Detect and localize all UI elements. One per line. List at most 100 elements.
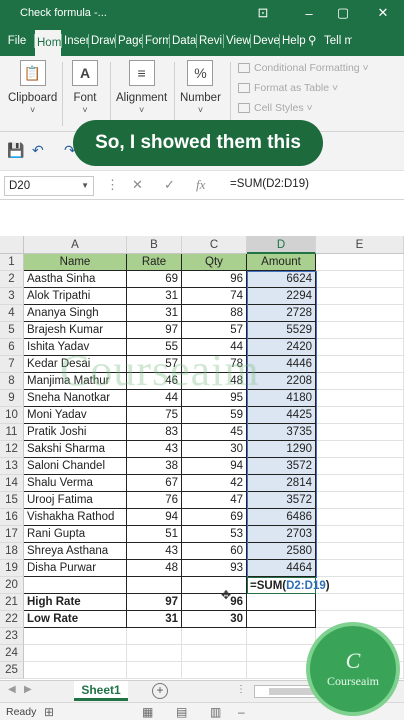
font-group[interactable]: A Font ˅ [72, 60, 98, 115]
summary-cell[interactable] [247, 611, 316, 628]
grid-cell[interactable] [247, 628, 316, 645]
table-row-cell[interactable]: 2814 [247, 475, 316, 492]
tab-9[interactable]: Deve [251, 26, 279, 56]
cancel-icon[interactable]: ✕ [132, 177, 143, 193]
sheet-tab-sheet1[interactable]: Sheet1 [74, 681, 128, 701]
table-row-cell[interactable]: 69 [182, 509, 247, 526]
close-button[interactable]: ✕ [368, 0, 398, 26]
lightbulb-icon[interactable]: ⚲ [306, 26, 322, 56]
table-row-cell[interactable]: 94 [182, 458, 247, 475]
conditional-formatting-button[interactable]: Conditional Formatting ˅ [238, 62, 369, 74]
next-sheet-icon[interactable]: ▶ [24, 684, 32, 695]
table-row-cell[interactable]: 3735 [247, 424, 316, 441]
grid-cell[interactable] [316, 339, 404, 356]
table-row-cell[interactable]: 46 [127, 373, 182, 390]
table-row-cell[interactable]: Brajesh Kumar [24, 322, 127, 339]
row-header-12[interactable]: 12 [0, 441, 24, 458]
grid-cell[interactable] [182, 628, 247, 645]
table-row-cell[interactable]: 95 [182, 390, 247, 407]
row-header-1[interactable]: 1 [0, 254, 24, 271]
grid-cell[interactable] [182, 645, 247, 662]
tab-7[interactable]: Revi [197, 26, 223, 56]
row-header-22[interactable]: 22 [0, 611, 24, 628]
row-header-11[interactable]: 11 [0, 424, 24, 441]
tab-options-icon[interactable]: ⋮ [236, 684, 246, 695]
table-row-cell[interactable]: 3572 [247, 458, 316, 475]
clipboard-group[interactable]: 📋 Clipboard ˅ [8, 60, 57, 115]
table-row-cell[interactable]: 6624 [247, 271, 316, 288]
table-row-cell[interactable]: 94 [127, 509, 182, 526]
table-row-cell[interactable]: 48 [182, 373, 247, 390]
table-row-cell[interactable]: 30 [182, 441, 247, 458]
add-sheet-button[interactable]: + [152, 683, 168, 699]
undo-icon[interactable]: ↶ [32, 142, 44, 159]
table-header-cell[interactable]: Qty [182, 254, 247, 271]
grid-cell[interactable] [127, 645, 182, 662]
grid-cell[interactable] [24, 662, 127, 679]
page-break-icon[interactable]: ▥ [210, 705, 221, 719]
tab-5[interactable]: Form [143, 26, 169, 56]
table-row-cell[interactable]: 57 [182, 322, 247, 339]
accessibility-icon[interactable]: ⊞ [44, 705, 54, 719]
row-header-21[interactable]: 21 [0, 594, 24, 611]
table-row-cell[interactable]: 2294 [247, 288, 316, 305]
grid-cell[interactable] [316, 509, 404, 526]
table-row-cell[interactable]: 4446 [247, 356, 316, 373]
column-header-e[interactable]: E [316, 236, 404, 254]
table-row-cell[interactable]: 2208 [247, 373, 316, 390]
table-row-cell[interactable]: 55 [127, 339, 182, 356]
table-header-cell[interactable]: Rate [127, 254, 182, 271]
table-row-cell[interactable]: 43 [127, 441, 182, 458]
table-row-cell[interactable]: 51 [127, 526, 182, 543]
row-header-3[interactable]: 3 [0, 288, 24, 305]
row-header-4[interactable]: 4 [0, 305, 24, 322]
table-row-cell[interactable]: Sakshi Sharma [24, 441, 127, 458]
tab-4[interactable]: Page [116, 26, 142, 56]
table-row-cell[interactable]: 53 [182, 526, 247, 543]
insert-function-icon[interactable]: fx [196, 177, 205, 193]
grid-cell[interactable] [127, 628, 182, 645]
grid-cell[interactable] [316, 373, 404, 390]
grid-cell[interactable] [316, 492, 404, 509]
table-row-cell[interactable]: 97 [127, 322, 182, 339]
row-header-8[interactable]: 8 [0, 373, 24, 390]
tab-11[interactable]: Tell m [322, 26, 352, 56]
summary-cell[interactable]: Low Rate [24, 611, 127, 628]
page-layout-icon[interactable]: ▤ [176, 705, 187, 719]
table-row-cell[interactable]: 78 [182, 356, 247, 373]
row-header-20[interactable]: 20 [0, 577, 24, 594]
row-header-9[interactable]: 9 [0, 390, 24, 407]
table-row-cell[interactable] [127, 577, 182, 594]
grid-cell[interactable] [316, 475, 404, 492]
grid-cell[interactable] [316, 424, 404, 441]
tab-6[interactable]: Data [170, 26, 196, 56]
tab-10[interactable]: Help [280, 26, 306, 56]
table-row-cell[interactable]: 88 [182, 305, 247, 322]
table-row-cell[interactable]: 60 [182, 543, 247, 560]
row-header-5[interactable]: 5 [0, 322, 24, 339]
row-header-23[interactable]: 23 [0, 628, 24, 645]
table-row-cell[interactable]: 6486 [247, 509, 316, 526]
table-row-cell[interactable]: 93 [182, 560, 247, 577]
table-row-cell[interactable]: Alok Tripathi [24, 288, 127, 305]
row-header-24[interactable]: 24 [0, 645, 24, 662]
table-row-cell[interactable]: 2420 [247, 339, 316, 356]
table-row-cell[interactable]: 69 [127, 271, 182, 288]
table-row-cell[interactable]: 31 [127, 305, 182, 322]
table-row-cell[interactable]: 2728 [247, 305, 316, 322]
grid-cell[interactable] [316, 271, 404, 288]
column-header-c[interactable]: C [182, 236, 247, 254]
grid-cell[interactable] [316, 305, 404, 322]
row-header-25[interactable]: 25 [0, 662, 24, 679]
table-row-cell[interactable]: 4425 [247, 407, 316, 424]
format-as-table-button[interactable]: Format as Table ˅ [238, 82, 338, 94]
table-row-cell[interactable]: Ananya Singh [24, 305, 127, 322]
row-header-7[interactable]: 7 [0, 356, 24, 373]
table-header-cell[interactable]: Name [24, 254, 127, 271]
summary-cell[interactable]: 30 [182, 611, 247, 628]
ribbon-display-icon[interactable]: ⊡ [248, 0, 278, 26]
normal-view-icon[interactable]: ▦ [142, 705, 153, 719]
table-row-cell[interactable]: 48 [127, 560, 182, 577]
table-row-cell[interactable]: 59 [182, 407, 247, 424]
table-row-cell[interactable]: 1290 [247, 441, 316, 458]
